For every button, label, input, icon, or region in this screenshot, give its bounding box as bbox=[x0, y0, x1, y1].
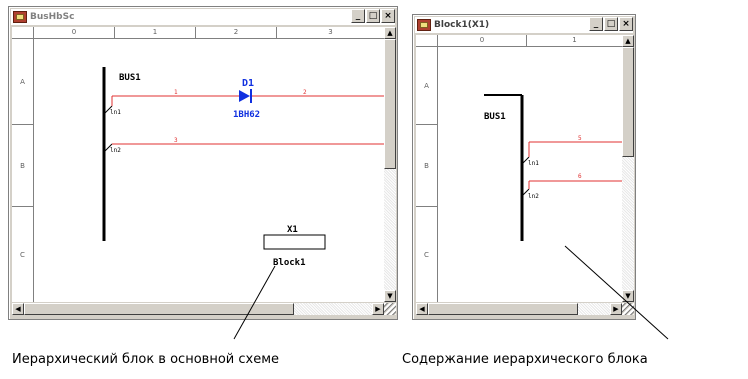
ruler-corner bbox=[416, 35, 438, 47]
ruler-row: C bbox=[416, 206, 437, 302]
top-ruler: 0 1 bbox=[438, 35, 622, 47]
entry-label: ln2 bbox=[528, 193, 539, 200]
ruler-row: A bbox=[20, 77, 25, 86]
schematic-drawing: BUS1 ln1 5 ln2 6 bbox=[484, 94, 622, 241]
title-bar[interactable]: BusHbSc _ □ × bbox=[11, 9, 395, 25]
scroll-thumb[interactable] bbox=[384, 39, 396, 169]
scroll-up-button[interactable]: ▲ bbox=[622, 35, 634, 47]
app-icon[interactable] bbox=[13, 11, 27, 23]
window-title: BusHbSc bbox=[30, 12, 75, 22]
ruler-col: 0 bbox=[71, 28, 77, 36]
scroll-thumb[interactable] bbox=[24, 303, 294, 315]
ruler-col: 3 bbox=[276, 27, 384, 38]
bus-label: BUS1 bbox=[119, 73, 141, 83]
ruler-row: B bbox=[12, 124, 33, 206]
wire-label: 2 bbox=[303, 89, 307, 96]
left-ruler: A B C bbox=[416, 47, 438, 302]
ruler-col: 1 bbox=[114, 27, 195, 38]
ruler-corner bbox=[12, 27, 34, 39]
schematic-drawing: BUS1 ln1 1 D1 1BH62 2 ln2 3 X1 Block1 bbox=[102, 67, 384, 268]
vertical-scrollbar[interactable]: ▲ ▼ bbox=[622, 35, 634, 302]
diode-ref: D1 bbox=[242, 78, 254, 89]
schematic-canvas[interactable]: BUS1 ln1 1 D1 1BH62 2 ln2 3 X1 Block1 bbox=[34, 39, 384, 302]
top-ruler: 0 1 2 3 bbox=[34, 27, 384, 39]
scroll-thumb[interactable] bbox=[622, 47, 634, 157]
resize-grip[interactable] bbox=[622, 303, 634, 315]
minimize-button[interactable]: _ bbox=[589, 17, 603, 31]
bus-label: BUS1 bbox=[484, 112, 506, 122]
main-schematic-window: BusHbSc _ □ × 0 1 2 3 A B C BUS1 ln1 1 D… bbox=[8, 6, 398, 320]
ruler-row: C bbox=[12, 206, 33, 302]
ruler-col: 2 bbox=[195, 27, 276, 38]
wire-label: 3 bbox=[174, 137, 178, 144]
left-ruler: A B C bbox=[12, 39, 34, 302]
caption-left: Иерархический блок в основной схеме bbox=[12, 352, 279, 367]
maximize-button[interactable]: □ bbox=[604, 17, 618, 31]
entry-label: ln2 bbox=[110, 147, 121, 154]
scroll-left-button[interactable]: ◀ bbox=[12, 303, 24, 315]
ruler-row: A bbox=[424, 81, 429, 90]
scroll-down-button[interactable]: ▼ bbox=[622, 290, 634, 302]
ruler-col: 1 bbox=[526, 35, 622, 46]
block-ref: X1 bbox=[287, 225, 298, 235]
scroll-down-button[interactable]: ▼ bbox=[384, 290, 396, 302]
close-button[interactable]: × bbox=[619, 17, 633, 31]
ruler-row: B bbox=[416, 124, 437, 206]
maximize-button[interactable]: □ bbox=[366, 9, 380, 23]
block-content-window: Block1(X1) _ □ × 0 1 A B C BUS1 ln1 5 ln… bbox=[412, 14, 636, 320]
hierarchical-block[interactable] bbox=[263, 234, 326, 250]
entry-label: ln1 bbox=[528, 160, 539, 167]
scroll-up-button[interactable]: ▲ bbox=[384, 27, 396, 39]
vertical-scrollbar[interactable]: ▲ ▼ bbox=[384, 27, 396, 302]
scroll-right-button[interactable]: ▶ bbox=[372, 303, 384, 315]
title-bar[interactable]: Block1(X1) _ □ × bbox=[415, 17, 633, 33]
scroll-left-button[interactable]: ◀ bbox=[416, 303, 428, 315]
minimize-button[interactable]: _ bbox=[351, 9, 365, 23]
resize-grip[interactable] bbox=[384, 303, 396, 315]
horizontal-scrollbar[interactable]: ◀ ▶ bbox=[12, 303, 384, 315]
schematic-canvas[interactable]: BUS1 ln1 5 ln2 6 bbox=[438, 47, 622, 302]
window-title: Block1(X1) bbox=[434, 20, 490, 30]
block-name: Block1 bbox=[273, 258, 306, 268]
entry-label: ln1 bbox=[110, 109, 121, 116]
wire-label: 6 bbox=[578, 173, 582, 180]
scroll-right-button[interactable]: ▶ bbox=[610, 303, 622, 315]
horizontal-scrollbar[interactable]: ◀ ▶ bbox=[416, 303, 622, 315]
diode-symbol[interactable] bbox=[239, 90, 250, 102]
wire-label: 5 bbox=[578, 135, 582, 142]
ruler-col: 0 bbox=[479, 36, 485, 44]
close-button[interactable]: × bbox=[381, 9, 395, 23]
app-icon[interactable] bbox=[417, 19, 431, 31]
diode-value: 1BH62 bbox=[233, 110, 260, 120]
wire-label: 1 bbox=[174, 89, 178, 96]
scroll-thumb[interactable] bbox=[428, 303, 578, 315]
caption-right: Содержание иерархического блока bbox=[402, 352, 648, 367]
